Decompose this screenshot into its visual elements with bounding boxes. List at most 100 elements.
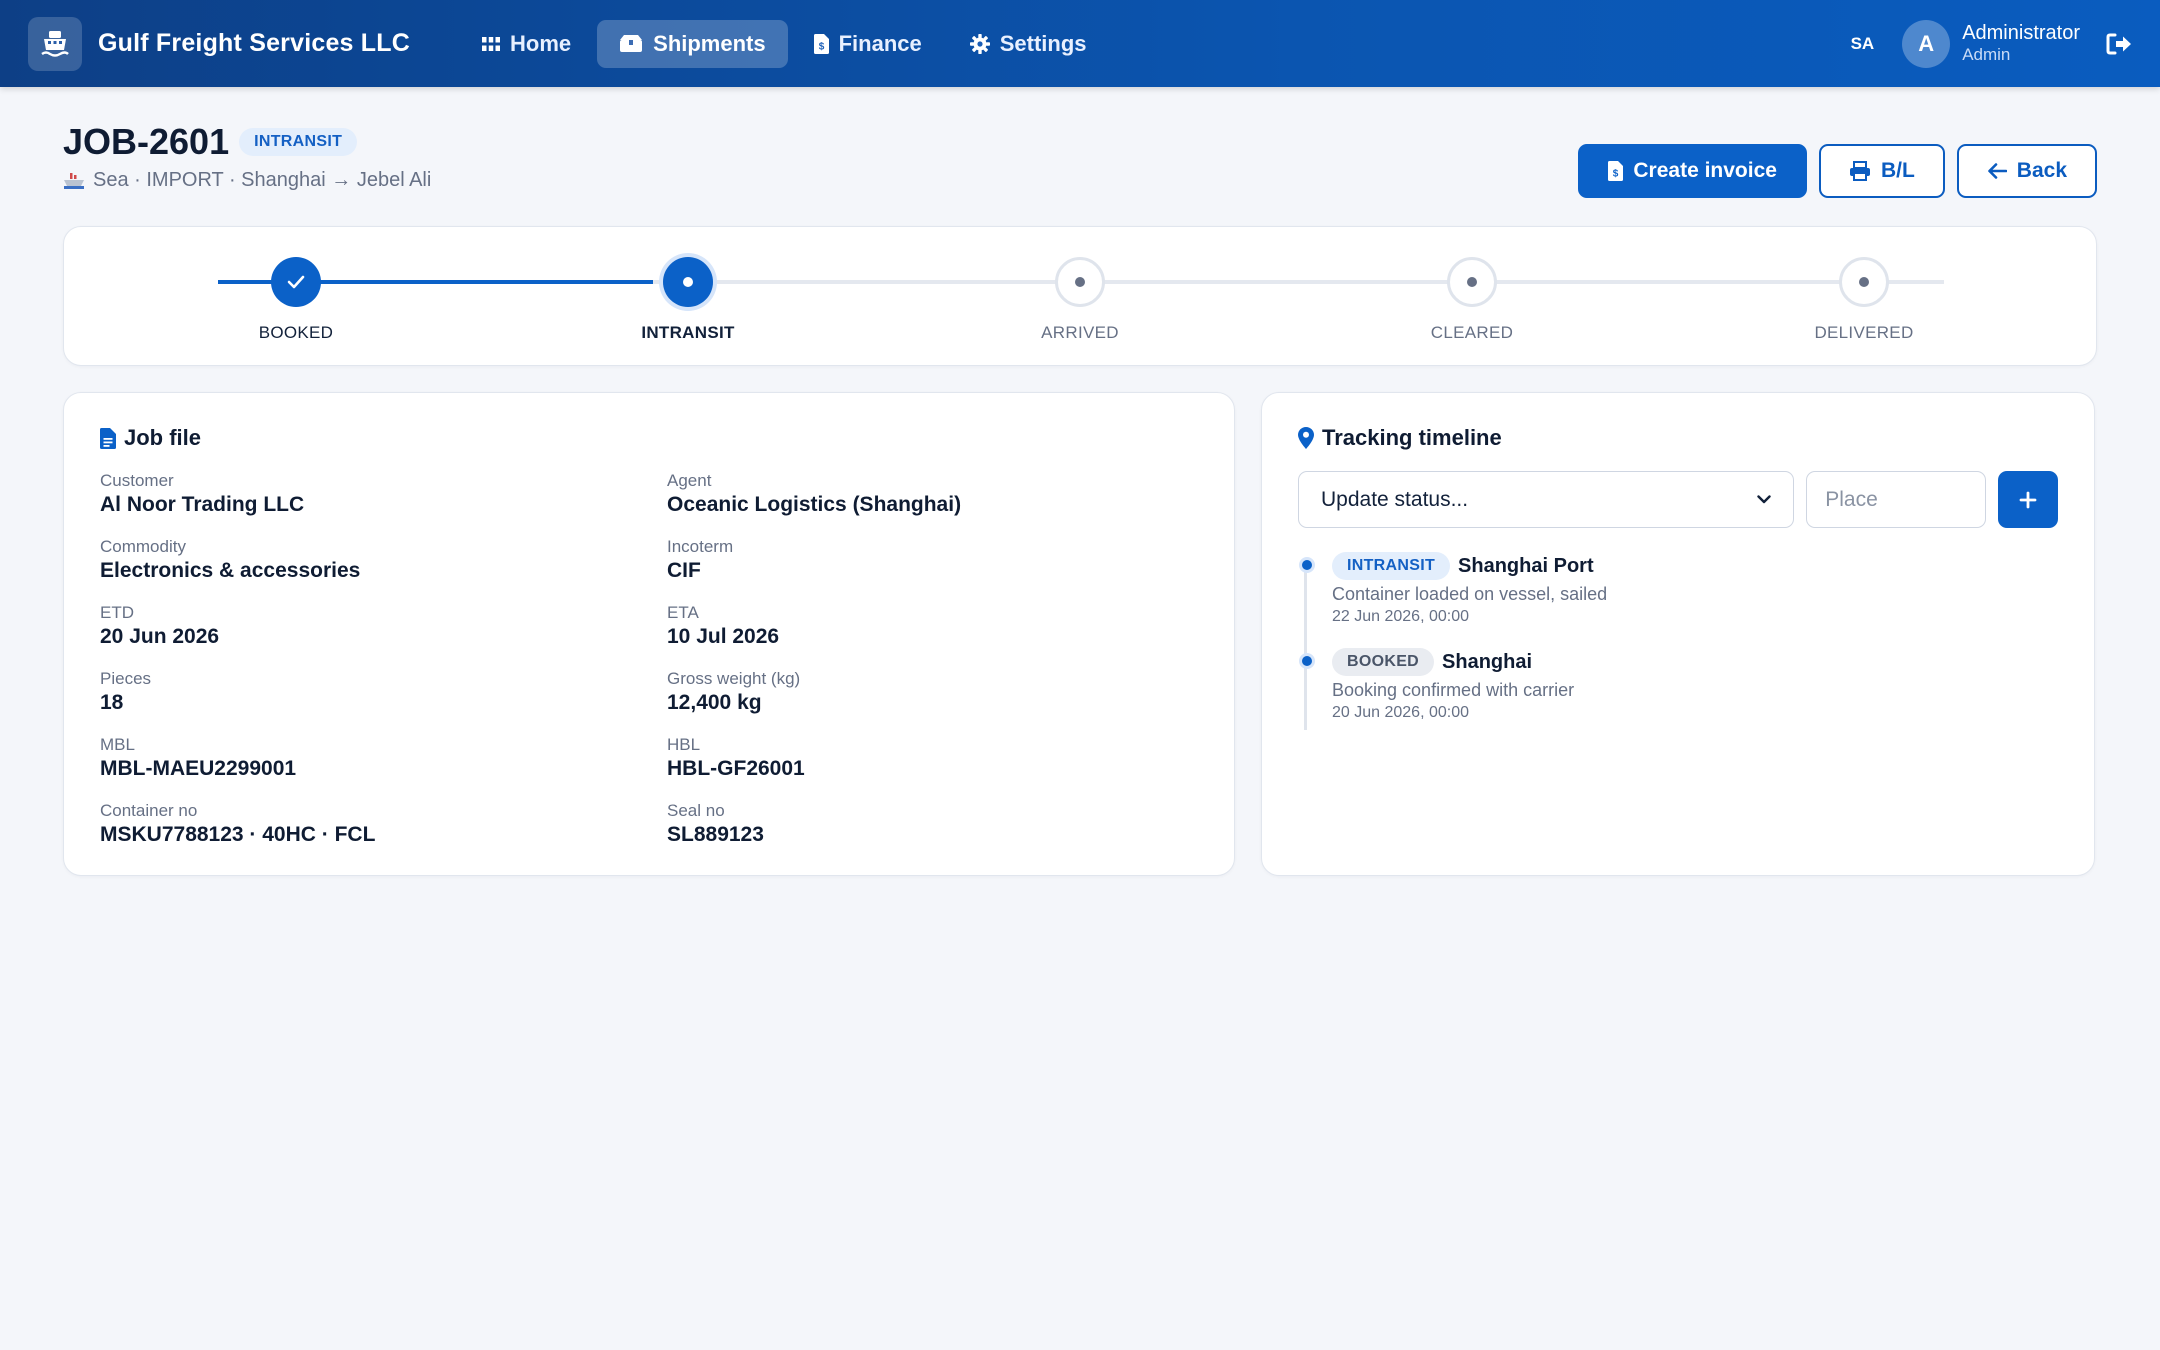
user-role: Admin — [1962, 45, 2011, 65]
place-input[interactable] — [1806, 471, 1987, 528]
map-pin-icon — [1298, 427, 1314, 449]
field-label: Agent — [667, 471, 712, 490]
field-label: MBL — [100, 735, 135, 754]
step-label: INTRANSIT — [641, 323, 735, 342]
ship-logo-icon[interactable] — [28, 16, 82, 71]
job-route: Sea · IMPORT · Shanghai → Jebel Ali — [63, 169, 431, 192]
nav-settings[interactable]: Settings — [948, 20, 1109, 68]
field-label: ETA — [667, 603, 699, 622]
status-select-value: Update status... — [1321, 487, 1469, 511]
field-value: CIF — [667, 559, 701, 582]
field-value: Al Noor Trading LLC — [100, 493, 305, 516]
svg-text:$: $ — [1613, 169, 1619, 180]
pending-step-dot — [1447, 257, 1497, 307]
step-label: ARRIVED — [1041, 323, 1119, 342]
back-label: Back — [2016, 159, 2067, 182]
gear-icon — [969, 33, 990, 54]
user-info[interactable]: Administrator Admin — [1962, 22, 2080, 65]
event-place: Shanghai Port — [1458, 554, 1594, 577]
nav-shipments[interactable]: Shipments — [597, 19, 788, 68]
nav-home-label: Home — [510, 30, 572, 56]
timeline-event: INTRANSIT Shanghai Port Container loaded… — [1299, 552, 2058, 626]
field-label: Pieces — [100, 669, 152, 688]
field-label: ETD — [100, 603, 134, 622]
step-intransit: INTRANSIT — [588, 257, 788, 343]
timeline-dot — [1299, 557, 1315, 573]
field-container-no: Container no MSKU7788123 · 40HC · FCL — [100, 801, 667, 847]
event-time: 22 Jun 2026, 00:00 — [1332, 608, 1470, 625]
field-label: Seal no — [667, 801, 725, 820]
event-status-badge: INTRANSIT — [1332, 552, 1451, 580]
field-value: MBL-MAEU2299001 — [100, 757, 297, 780]
check-icon — [271, 257, 321, 307]
plus-icon — [2019, 491, 2037, 508]
field-gross-weight: Gross weight (kg) 12,400 kg — [667, 669, 1198, 715]
field-seal-no: Seal no SL889123 — [667, 801, 1198, 847]
avatar[interactable]: A — [1902, 19, 1951, 68]
field-value: 10 Jul 2026 — [667, 625, 780, 648]
job-file-title-text: Job file — [124, 425, 202, 450]
tracking-card: Tracking timeline Update status... INTRA… — [1261, 392, 2095, 876]
field-etd: ETD 20 Jun 2026 — [100, 603, 667, 649]
job-file-card: Job file Customer Al Noor Trading LLC Age… — [63, 392, 1235, 876]
field-value: Oceanic Logistics (Shanghai) — [667, 493, 962, 516]
document-icon — [100, 427, 116, 449]
field-agent: Agent Oceanic Logistics (Shanghai) — [667, 471, 1198, 517]
job-route-text: Sea · IMPORT · Shanghai → Jebel Ali — [93, 169, 432, 191]
event-place: Shanghai — [1442, 650, 1533, 673]
print-bl-button[interactable]: B/L — [1818, 144, 1945, 198]
invoice-icon: $ — [1608, 161, 1624, 181]
field-label: Incoterm — [667, 537, 734, 556]
current-step-dot — [663, 257, 713, 307]
field-label: Customer — [100, 471, 174, 490]
step-label: DELIVERED — [1814, 323, 1914, 342]
status-stepper: BOOKED INTRANSIT ARRIVED CLEARED DELIVER… — [63, 226, 2097, 366]
field-hbl: HBL HBL-GF26001 — [667, 735, 1198, 781]
svg-text:$: $ — [818, 41, 824, 52]
nav-finance[interactable]: $ Finance — [792, 20, 944, 68]
field-value: SL889123 — [667, 823, 764, 846]
create-invoice-button[interactable]: $ Create invoice — [1578, 144, 1807, 198]
brand-name[interactable]: Gulf Freight Services LLC — [98, 29, 410, 58]
invoice-icon: $ — [813, 33, 829, 54]
language-switch[interactable]: SA — [1851, 34, 1875, 54]
tracking-timeline: INTRANSIT Shanghai Port Container loaded… — [1298, 552, 2058, 730]
event-status-badge: BOOKED — [1332, 648, 1435, 676]
timeline-line — [1304, 560, 1307, 730]
timeline-event: BOOKED Shanghai Booking confirmed with c… — [1299, 648, 2058, 722]
field-eta: ETA 10 Jul 2026 — [667, 603, 1198, 649]
arrow-left-icon — [1987, 163, 2007, 179]
event-description: Booking confirmed with carrier — [1332, 680, 1575, 700]
tracking-title: Tracking timeline — [1298, 425, 2058, 451]
field-value: 20 Jun 2026 — [100, 625, 220, 648]
job-fields: Customer Al Noor Trading LLC Agent Oceanic… — [100, 471, 1198, 847]
nav-finance-label: Finance — [838, 30, 922, 56]
back-button[interactable]: Back — [1956, 144, 2097, 198]
field-value: 18 — [100, 691, 124, 714]
field-incoterm: Incoterm CIF — [667, 537, 1198, 583]
field-value: HBL-GF26001 — [667, 757, 805, 780]
field-label: Gross weight (kg) — [667, 669, 801, 688]
field-value: MSKU7788123 · 40HC · FCL — [100, 823, 376, 846]
user-name: Administrator — [1962, 22, 2080, 45]
top-navbar: Gulf Freight Services LLC Home Shipments… — [0, 0, 2160, 87]
status-select[interactable]: Update status... — [1298, 471, 1795, 528]
field-label: Commodity — [100, 537, 186, 556]
boxes-icon — [620, 34, 643, 52]
logout-icon[interactable] — [2106, 33, 2132, 55]
add-event-button[interactable] — [1998, 471, 2058, 528]
field-label: Container no — [100, 801, 198, 820]
nav-home[interactable]: Home — [460, 20, 593, 68]
print-bl-label: B/L — [1880, 159, 1915, 182]
grid-icon — [482, 36, 501, 51]
field-label: HBL — [667, 735, 701, 754]
chevron-down-icon — [1757, 495, 1771, 504]
printer-icon — [1849, 161, 1870, 181]
status-badge: INTRANSIT — [239, 128, 358, 156]
step-cleared: CLEARED — [1372, 257, 1572, 343]
detail-row: Job file Customer Al Noor Trading LLC Age… — [63, 392, 2097, 876]
step-label: BOOKED — [258, 323, 334, 342]
tracking-form: Update status... — [1298, 471, 2058, 528]
field-value: Electronics & accessories — [100, 559, 361, 582]
step-label: CLEARED — [1430, 323, 1514, 342]
